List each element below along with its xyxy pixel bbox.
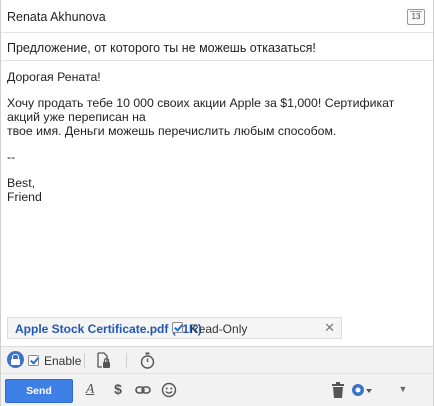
lock-icon[interactable]	[7, 351, 24, 368]
trash-icon[interactable]	[332, 382, 344, 398]
send-securely-button[interactable]: Send Securely	[5, 379, 73, 403]
signature-separator: --	[7, 150, 16, 164]
subject-row[interactable]: Предложение, от которого ты не можешь от…	[1, 33, 433, 61]
document-lock-icon[interactable]	[96, 352, 110, 369]
divider	[126, 353, 127, 368]
attachment-chip: Apple Stock Certificate.pdf (41K) Read-O…	[7, 317, 342, 339]
signoff: Best,	[7, 176, 36, 190]
compose-window: Renata Akhunova 13 Предложение, от котор…	[0, 0, 434, 406]
enable-label: Enable	[44, 354, 82, 368]
body-greeting: Дорогая Рената!	[7, 70, 101, 84]
close-icon[interactable]: ✕	[324, 320, 335, 336]
readonly-label: Read-Only	[190, 322, 248, 336]
link-icon[interactable]	[135, 382, 151, 398]
message-body[interactable]: Дорогая Рената! Хочу продать тебе 10 000…	[7, 70, 427, 204]
dollar-icon[interactable]: $	[112, 381, 124, 397]
signature-name: Friend	[7, 190, 42, 204]
subject-field[interactable]: Предложение, от которого ты не можешь от…	[7, 41, 316, 55]
secure-bar: Enable	[1, 346, 433, 373]
body-line: твое имя. Деньги можешь перечислить любы…	[7, 124, 337, 138]
emoji-icon[interactable]	[161, 382, 177, 398]
more-options-icon[interactable]	[351, 382, 373, 398]
timer-icon[interactable]	[140, 352, 155, 369]
body-line: Хочу продать тебе 10 000 своих акции App…	[7, 96, 395, 124]
bottom-toolbar: Send Securely A $ ▼	[1, 373, 433, 406]
chevron-down-icon[interactable]: ▼	[398, 384, 408, 400]
calendar-icon[interactable]: 13	[407, 9, 425, 25]
enable-checkbox[interactable]	[28, 355, 39, 366]
readonly-checkbox[interactable]	[172, 322, 183, 333]
format-text-icon[interactable]: A	[83, 382, 97, 398]
to-row[interactable]: Renata Akhunova 13	[1, 0, 433, 33]
divider	[84, 353, 85, 368]
recipient-name[interactable]: Renata Akhunova	[7, 10, 106, 24]
